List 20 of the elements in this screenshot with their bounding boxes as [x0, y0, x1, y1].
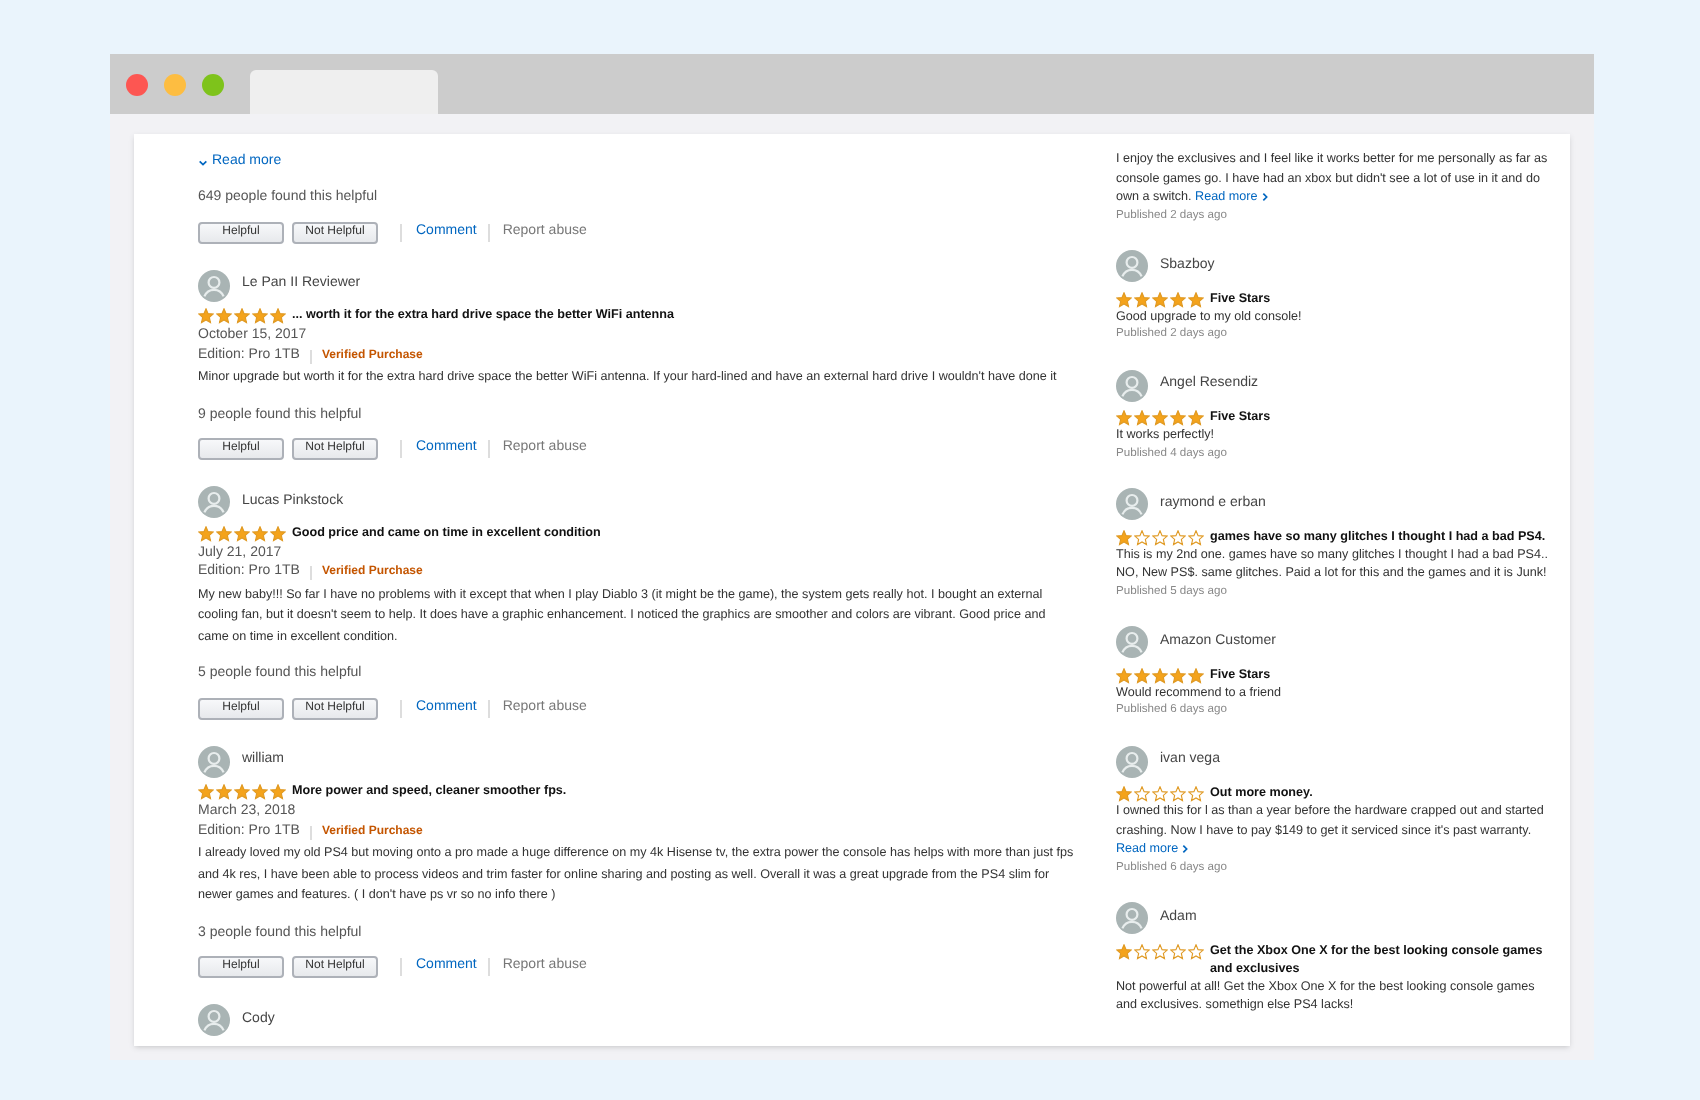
star-icon — [1116, 529, 1132, 545]
avatar-icon — [1116, 488, 1148, 520]
avatar-icon — [1116, 745, 1148, 777]
avatar-icon — [1116, 902, 1148, 934]
avatar-icon — [1116, 626, 1148, 658]
avatar-icon — [1116, 250, 1148, 282]
caret-icon — [1259, 192, 1270, 203]
avatar-icon — [198, 486, 230, 518]
avatar-icon — [198, 1004, 230, 1036]
minimize-window-button[interactable] — [164, 73, 186, 95]
browser-tab[interactable] — [250, 70, 438, 114]
close-window-button[interactable] — [126, 73, 148, 95]
avatar-icon — [1116, 369, 1148, 401]
caret-icon — [198, 157, 208, 167]
avatar-icon — [198, 745, 230, 777]
star-icon — [1116, 943, 1132, 959]
avatar-icon — [198, 269, 230, 301]
caret-icon — [1180, 844, 1191, 855]
maximize-window-button[interactable] — [202, 73, 224, 95]
star-icon — [1116, 786, 1132, 802]
